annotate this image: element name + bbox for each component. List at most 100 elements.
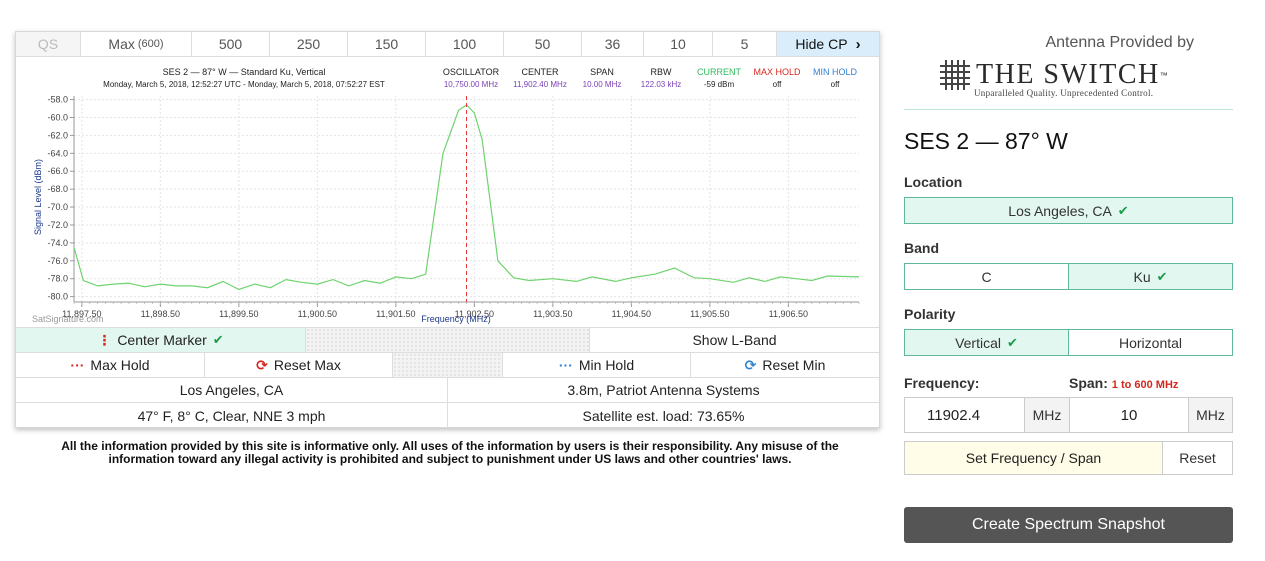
location-option[interactable]: Los Angeles, CA ✔ bbox=[905, 198, 1232, 223]
x-axis-label: Frequency (MHz) bbox=[421, 314, 491, 324]
show-lband-label: Show L-Band bbox=[692, 332, 777, 348]
check-icon: ✔ bbox=[212, 332, 224, 347]
dotted-line-icon: ··· bbox=[70, 357, 85, 373]
span-36-button[interactable]: 36 bbox=[582, 32, 644, 56]
frequency-input[interactable] bbox=[905, 398, 1024, 432]
band-ku-label: Ku bbox=[1133, 268, 1151, 285]
span-50-button[interactable]: 50 bbox=[504, 32, 582, 56]
frequency-span-inputs: MHz MHz bbox=[904, 397, 1233, 433]
y-axis-label: Signal Level (dBm) bbox=[33, 159, 43, 235]
set-reset-row: Set Frequency / Span Reset bbox=[904, 441, 1233, 475]
y-tick-label: -78.0 bbox=[47, 274, 68, 284]
marker-row: ⋮ Center Marker ✔ Show L-Band bbox=[16, 328, 879, 353]
location-label: Location bbox=[904, 174, 963, 190]
span-label: 36 bbox=[604, 36, 621, 52]
y-tick-label: -74.0 bbox=[47, 238, 68, 248]
page: QS Max (600) 500 250 150 100 50 36 10 5 H… bbox=[0, 0, 1265, 561]
center-value: 11,902.40 MHz bbox=[513, 80, 567, 89]
span-max-sub: (600) bbox=[137, 38, 164, 50]
span-unit: MHz bbox=[1188, 398, 1232, 432]
control-sidebar: Antenna Provided by THE SWITCH ™ Unparall… bbox=[904, 0, 1233, 561]
span-150-button[interactable]: 150 bbox=[348, 32, 426, 56]
polarity-label: Polarity bbox=[904, 306, 956, 322]
location-value: Los Angeles, CA bbox=[1008, 202, 1112, 219]
max-hold-toggle[interactable]: ··· Max Hold bbox=[16, 353, 205, 377]
x-tick-label: 11,898.50 bbox=[141, 309, 180, 319]
switch-grid-icon bbox=[940, 60, 970, 90]
logo-trademark: ™ bbox=[1159, 70, 1168, 80]
x-tick-label: 11,900.50 bbox=[298, 309, 337, 319]
empty-cell bbox=[306, 328, 590, 352]
span-label: 250 bbox=[296, 36, 321, 52]
span-5-button[interactable]: 5 bbox=[713, 32, 777, 56]
hide-cp-button[interactable]: Hide CP › bbox=[777, 32, 879, 56]
span-10-button[interactable]: 10 bbox=[644, 32, 713, 56]
y-tick-label: -66.0 bbox=[47, 166, 68, 176]
span-500-button[interactable]: 500 bbox=[192, 32, 270, 56]
center-marker-label: Center Marker bbox=[117, 332, 207, 348]
span-qs-button[interactable]: QS bbox=[16, 32, 81, 56]
min-hold-toggle[interactable]: ··· Min Hold bbox=[503, 353, 691, 377]
polarity-vertical-option[interactable]: Vertical ✔ bbox=[905, 330, 1069, 355]
disclaimer: All the information provided by this sit… bbox=[61, 439, 839, 466]
sponsor-logo[interactable]: Antenna Provided by THE SWITCH ™ Unparall… bbox=[934, 32, 1204, 100]
y-tick-label: -70.0 bbox=[47, 202, 68, 212]
max-hold-label: Max Hold bbox=[90, 357, 150, 373]
y-tick-label: -72.0 bbox=[47, 220, 68, 230]
span-label: 100 bbox=[452, 36, 477, 52]
oscillator-label: OSCILLATOR bbox=[443, 67, 500, 77]
max-hold-info-label: MAX HOLD bbox=[753, 67, 801, 77]
reset-button[interactable]: Reset bbox=[1163, 442, 1232, 474]
band-ku-option[interactable]: Ku ✔ bbox=[1069, 264, 1232, 289]
weather-info: 47° F, 8° C, Clear, NNE 3 mph bbox=[16, 403, 448, 428]
span-info-label: SPAN bbox=[590, 67, 614, 77]
create-snapshot-button[interactable]: Create Spectrum Snapshot bbox=[904, 507, 1233, 543]
satellite-title: SES 2 — 87° W bbox=[904, 128, 1068, 154]
polarity-horizontal-label: Horizontal bbox=[1118, 334, 1183, 351]
max-hold-info-value: off bbox=[773, 80, 783, 89]
spectrum-chart-svg: -58.0 -60.0 -62.0 -64.0 -66.0 -68.0 -70.0 -72.0… bbox=[32, 67, 860, 324]
span-label: 500 bbox=[218, 36, 243, 52]
set-frequency-span-button[interactable]: Set Frequency / Span bbox=[905, 442, 1163, 474]
polarity-select: Vertical ✔ Horizontal bbox=[904, 329, 1233, 356]
band-label: Band bbox=[904, 240, 939, 256]
reset-max-button[interactable]: ⟳ Reset Max bbox=[205, 353, 393, 377]
chart-trace bbox=[73, 96, 860, 302]
frequency-label: Frequency: bbox=[904, 375, 980, 391]
span-max-button[interactable]: Max (600) bbox=[81, 32, 192, 56]
divider bbox=[904, 109, 1233, 110]
watermark: SatSignature.com bbox=[32, 314, 104, 324]
polarity-horizontal-option[interactable]: Horizontal bbox=[1069, 330, 1232, 355]
span-range-note: 1 to 600 MHz bbox=[1111, 379, 1179, 391]
rbw-label: RBW bbox=[651, 67, 673, 77]
band-c-label: C bbox=[981, 268, 992, 285]
min-hold-info-label: MIN HOLD bbox=[813, 67, 858, 77]
info-row-weather: 47° F, 8° C, Clear, NNE 3 mph Satellite … bbox=[16, 403, 879, 428]
location-select: Los Angeles, CA ✔ bbox=[904, 197, 1233, 224]
logo-tagline: Unparalleled Quality. Unprecedented Cont… bbox=[974, 88, 1154, 98]
center-marker-toggle[interactable]: ⋮ Center Marker ✔ bbox=[16, 328, 306, 352]
x-tick-label: 11,903.50 bbox=[533, 309, 572, 319]
span-100-button[interactable]: 100 bbox=[426, 32, 504, 56]
y-tick-label: -64.0 bbox=[47, 148, 68, 158]
x-tick-label: 11,906.50 bbox=[769, 309, 808, 319]
chart-date-range: Monday, March 5, 2018, 12:52:27 UTC - Mo… bbox=[103, 80, 385, 89]
show-lband-toggle[interactable]: Show L-Band bbox=[590, 328, 879, 352]
y-tick-label: -62.0 bbox=[47, 130, 68, 140]
check-icon: ✔ bbox=[1117, 202, 1129, 218]
span-input[interactable] bbox=[1070, 398, 1188, 432]
vertical-dots-icon: ⋮ bbox=[97, 331, 112, 348]
rbw-value: 122.03 kHz bbox=[641, 80, 681, 89]
span-label: 50 bbox=[534, 36, 551, 52]
satellite-load-info: Satellite est. load: 73.65% bbox=[582, 407, 745, 424]
reset-min-label: Reset Min bbox=[762, 357, 826, 373]
empty-cell bbox=[393, 353, 503, 377]
span-max-label: Max bbox=[108, 36, 135, 52]
antenna-info: 3.8m, Patriot Antenna Systems bbox=[567, 382, 760, 398]
chart-title: SES 2 — 87° W — Standard Ku, Vertical bbox=[163, 67, 326, 77]
reset-min-button[interactable]: ⟳ Reset Min bbox=[691, 353, 879, 377]
band-c-option[interactable]: C bbox=[905, 264, 1069, 289]
span-250-button[interactable]: 250 bbox=[270, 32, 348, 56]
y-tick-label: -58.0 bbox=[47, 95, 68, 105]
dotted-line-icon: ··· bbox=[558, 357, 573, 373]
